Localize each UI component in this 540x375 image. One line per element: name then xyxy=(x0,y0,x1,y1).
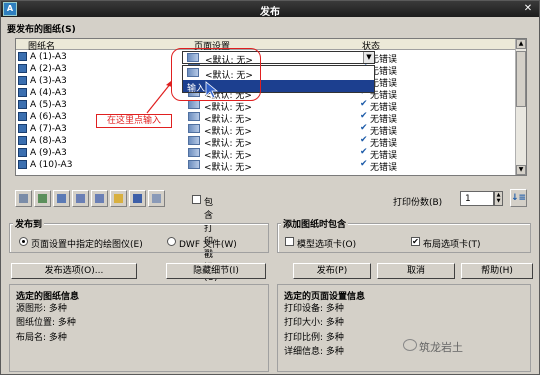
radio-plotter-label: 页面设置中指定的绘图仪(E) xyxy=(31,240,143,250)
radio-plotter[interactable] xyxy=(19,237,28,246)
list-header: 图纸名 页面设置 状态 xyxy=(16,39,516,52)
sheet-name: A (1)-A3 xyxy=(30,52,67,62)
sort-icon[interactable]: ↓≡ xyxy=(510,189,527,207)
sheets-section-label: 要发布的图纸(S) xyxy=(7,25,76,35)
model-tab-label: 模型选项卡(O) xyxy=(297,240,357,250)
list-scrollbar[interactable]: ▲ ▼ xyxy=(515,39,526,175)
watermark-text: 筑龙岩土 xyxy=(419,341,463,354)
layout-tab-label: 布局选项卡(T) xyxy=(423,240,481,250)
sheet-icon xyxy=(18,76,27,85)
setup-info-panel: 选定的页面设置信息 打印设备: 多种 打印大小: 多种 打印比例: 多种 详细信… xyxy=(277,284,531,372)
close-icon[interactable]: ✕ xyxy=(521,2,535,15)
move-down-button[interactable] xyxy=(91,190,108,207)
annotation-arrow-icon xyxy=(146,81,172,114)
sheet-name: A (8)-A3 xyxy=(30,136,67,146)
move-up-button[interactable] xyxy=(72,190,89,207)
publish-to-label: 发布到 xyxy=(13,217,45,230)
stamp-settings-button[interactable] xyxy=(148,190,165,207)
page-setup-icon xyxy=(188,148,200,157)
scroll-up-icon[interactable]: ▲ xyxy=(516,39,526,49)
sheet-name: A (3)-A3 xyxy=(30,76,67,86)
save-list-button[interactable] xyxy=(129,190,146,207)
load-list-button[interactable] xyxy=(110,190,127,207)
table-row[interactable]: A (6)-A3 <默认: 无> ✔ 无错误 xyxy=(16,111,516,125)
table-row[interactable]: A (9)-A3 <默认: 无> ✔ 无错误 xyxy=(16,147,516,161)
table-row[interactable]: A (8)-A3 <默认: 无> ✔ 无错误 xyxy=(16,135,516,149)
sheet-icon xyxy=(18,112,27,121)
scroll-thumb[interactable] xyxy=(516,51,526,107)
layout-tab-checkbox[interactable]: ✔ xyxy=(411,237,420,246)
drawing-location-text: 图纸位置: 多种 xyxy=(16,318,76,328)
sheet-list[interactable]: 图纸名 页面设置 状态 A (1)-A3<默认: 无>✔无错误A (2)-A3<… xyxy=(15,38,527,176)
checkmark-icon: ✔ xyxy=(360,99,368,109)
sheet-icon xyxy=(18,64,27,73)
add-sheets-label: 添加图纸时包含 xyxy=(281,217,349,230)
sheet-name: A (7)-A3 xyxy=(30,124,67,134)
hide-details-button[interactable]: 隐藏细节(I) xyxy=(166,263,266,279)
annotation-callout: 在这里点输入 xyxy=(96,114,172,128)
sheet-icon xyxy=(18,100,27,109)
add-sheets-button[interactable] xyxy=(34,190,51,207)
checkmark-icon: ✔ xyxy=(360,123,368,133)
title-bar: A 发布 ✕ xyxy=(1,1,539,18)
sheet-icon xyxy=(18,52,27,61)
sheet-icon xyxy=(18,160,27,169)
radio-dwf-label: DWF 文件(W) xyxy=(179,240,237,250)
table-row[interactable]: A (10)-A3 <默认: 无> ✔ 无错误 xyxy=(16,159,516,173)
copies-input[interactable]: 1 xyxy=(460,191,494,206)
checkmark-icon: ✔ xyxy=(360,135,368,145)
source-drawing-text: 源图形: 多种 xyxy=(16,304,67,314)
sheet-icon xyxy=(18,88,27,97)
plot-scale-text: 打印比例: 多种 xyxy=(284,333,344,343)
window-title: 发布 xyxy=(260,7,280,18)
page-setup-value[interactable]: <默认: 无> xyxy=(204,160,252,173)
sheet-icon xyxy=(18,148,27,157)
checkmark-icon: ✔ xyxy=(360,159,368,169)
page-setup-icon xyxy=(188,100,200,109)
table-row[interactable]: A (7)-A3 <默认: 无> ✔ 无错误 xyxy=(16,123,516,137)
help-button[interactable]: 帮助(H) xyxy=(461,263,533,279)
remove-sheets-button[interactable] xyxy=(53,190,70,207)
sheet-name: A (10)-A3 xyxy=(30,160,73,170)
publish-dialog: A 发布 ✕ 要发布的图纸(S) 图纸名 页面设置 状态 A (1)-A3 <默认… xyxy=(0,0,540,375)
plot-size-text: 打印大小: 多种 xyxy=(284,318,344,328)
radio-dwf[interactable] xyxy=(167,237,176,246)
copies-stepper[interactable]: ▲ ▼ xyxy=(494,191,503,206)
page-setup-icon xyxy=(188,124,200,133)
sheet-icon xyxy=(18,124,27,133)
layout-name-text: 布局名: 多种 xyxy=(16,333,67,343)
publish-options-button[interactable]: 发布选项(O)... xyxy=(11,263,137,279)
preview-button[interactable] xyxy=(15,190,32,207)
scroll-down-icon[interactable]: ▼ xyxy=(516,165,526,175)
status-text: 无错误 xyxy=(370,163,398,173)
publish-button[interactable]: 发布(P) xyxy=(293,263,371,279)
sheet-icon xyxy=(18,136,27,145)
sheet-name: A (4)-A3 xyxy=(30,88,67,98)
page-setup-icon xyxy=(188,112,200,121)
page-setup-icon xyxy=(188,160,200,169)
model-tab-checkbox[interactable] xyxy=(285,237,294,246)
details-text: 详细信息: 多种 xyxy=(284,347,344,357)
include-stamp-checkbox[interactable] xyxy=(192,195,201,204)
copies-value: 1 xyxy=(465,194,471,204)
checkmark-icon: ✔ xyxy=(360,111,368,121)
wechat-icon xyxy=(403,339,417,351)
sheet-name: A (9)-A3 xyxy=(30,148,67,158)
page-setup-icon xyxy=(188,136,200,145)
sheet-info-panel: 选定的图纸信息 源图形: 多种 图纸位置: 多种 布局名: 多种 xyxy=(9,284,269,372)
chevron-down-icon[interactable]: ▼ xyxy=(363,52,374,63)
sheet-name: A (5)-A3 xyxy=(30,100,67,110)
mouse-cursor-icon xyxy=(205,81,219,99)
cancel-button[interactable]: 取消 xyxy=(377,263,455,279)
sheet-name: A (2)-A3 xyxy=(30,64,67,74)
sheet-name: A (6)-A3 xyxy=(30,112,67,122)
table-row[interactable]: A (5)-A3 <默认: 无> ✔ 无错误 xyxy=(16,99,516,113)
checkmark-icon: ✔ xyxy=(360,147,368,157)
copies-label: 打印份数(B) xyxy=(393,198,443,208)
plot-device-text: 打印设备: 多种 xyxy=(284,304,344,314)
